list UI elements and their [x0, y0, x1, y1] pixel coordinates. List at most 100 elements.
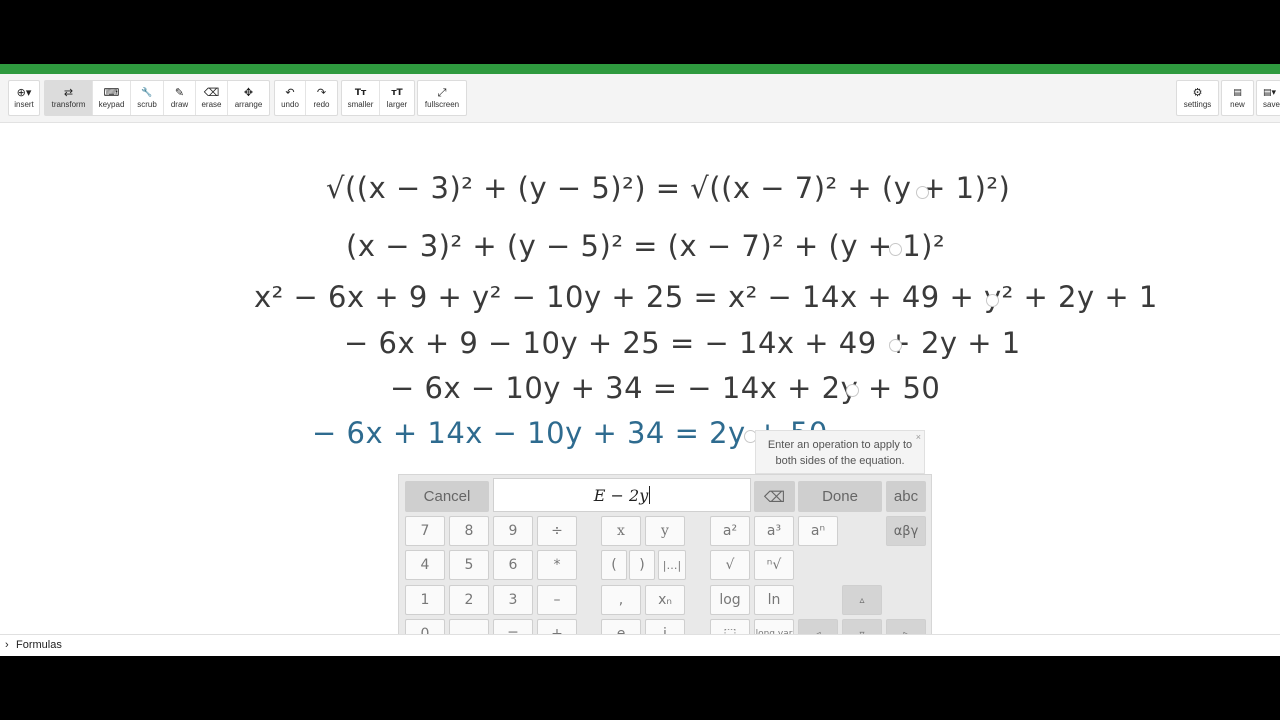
undo-label: undo: [281, 100, 299, 109]
top-accent-bar: [0, 64, 1280, 74]
equation-line-2[interactable]: (x − 3)² + (y − 5)² = (x − 7)² + (y + 1)…: [346, 229, 945, 263]
draw-button[interactable]: ✎ draw: [164, 81, 196, 115]
keypad-panel: Cancel E − 2y ⌫ Done abc 7 8 9 ÷ 4 5 6 *…: [398, 474, 932, 656]
redo-button[interactable]: ↷ redo: [306, 81, 337, 115]
key-ln[interactable]: ln: [754, 585, 794, 615]
wrench-icon: 🔧: [141, 88, 153, 98]
equation-line-1[interactable]: √((x − 3)² + (y − 5)²) = √((x − 7)² + (y…: [326, 171, 1010, 205]
key-x[interactable]: x: [601, 516, 641, 546]
insert-group: ⊕▾ insert: [8, 80, 40, 116]
keypad-button[interactable]: ⌨ keypad: [93, 81, 131, 115]
text-cursor: [649, 486, 651, 504]
fullscreen-icon: ⤢: [437, 86, 447, 99]
settings-label: settings: [1183, 100, 1212, 109]
key-6[interactable]: 6: [493, 550, 533, 580]
settings-group: ⚙ settings: [1176, 80, 1219, 116]
move-icon: ✥: [243, 86, 254, 99]
equation-handle-4[interactable]: [889, 339, 902, 352]
history-group: ↶ undo ↷ redo: [274, 80, 338, 116]
key-cube[interactable]: a³: [754, 516, 794, 546]
equation-handle-3[interactable]: [986, 294, 999, 307]
new-group: ▤ new: [1221, 80, 1254, 116]
key-7[interactable]: 7: [405, 516, 445, 546]
scrub-label: scrub: [137, 100, 157, 109]
transform-label: transform: [51, 100, 86, 109]
equation-line-4[interactable]: − 6x + 9 − 10y + 25 = − 14x + 49 + 2y + …: [344, 326, 1021, 360]
arrange-label: arrange: [234, 100, 263, 109]
key-sqrt[interactable]: √: [710, 550, 750, 580]
chevron-right-icon: ›: [5, 639, 9, 651]
key-subscript[interactable]: xₙ: [645, 585, 685, 615]
key-8[interactable]: 8: [449, 516, 489, 546]
keyboard-icon: ⌨: [103, 86, 120, 99]
key-log[interactable]: log: [710, 585, 750, 615]
formulas-panel[interactable]: › Formulas: [0, 634, 1280, 656]
key-close-paren[interactable]: ): [629, 550, 655, 580]
size-group: Tт smaller тT larger: [341, 80, 415, 116]
fullscreen-group: ⤢ fullscreen: [417, 80, 467, 116]
larger-label: larger: [386, 100, 408, 109]
key-2[interactable]: 2: [449, 585, 489, 615]
key-multiply[interactable]: *: [537, 550, 577, 580]
save-button[interactable]: ▤▾ save: [1257, 81, 1280, 115]
equation-handle-1[interactable]: [916, 186, 929, 199]
math-app: ⊕▾ insert ⇄ transform ⌨ keypad 🔧 scrub ✎…: [0, 64, 1280, 656]
redo-label: redo: [313, 100, 330, 109]
erase-button[interactable]: ⌫ erase: [196, 81, 228, 115]
insert-icon: ⊕▾: [16, 86, 32, 99]
smaller-label: smaller: [347, 100, 374, 109]
equation-handle-5[interactable]: [846, 384, 859, 397]
arrow-up-button[interactable]: ▵: [842, 585, 882, 615]
undo-icon: ↶: [285, 86, 295, 99]
backspace-button[interactable]: ⌫: [754, 481, 795, 512]
arrange-button[interactable]: ✥ arrange: [228, 81, 269, 115]
greek-button[interactable]: αβγ: [886, 516, 926, 546]
insert-label: insert: [14, 100, 34, 109]
backspace-icon: ⌫: [763, 488, 786, 506]
key-nth-root[interactable]: ⁿ√: [754, 550, 794, 580]
key-y[interactable]: y: [645, 516, 685, 546]
settings-button[interactable]: ⚙ settings: [1177, 81, 1218, 115]
key-9[interactable]: 9: [493, 516, 533, 546]
key-absolute-value[interactable]: |…|: [658, 550, 686, 580]
smaller-button[interactable]: Tт smaller: [342, 81, 380, 115]
key-minus[interactable]: –: [537, 585, 577, 615]
formulas-label: Formulas: [16, 639, 62, 651]
undo-button[interactable]: ↶ undo: [275, 81, 306, 115]
save-group: ▤▾ save: [1256, 80, 1280, 116]
tooltip-close-icon[interactable]: ×: [916, 429, 921, 445]
insert-button[interactable]: ⊕▾ insert: [9, 81, 39, 115]
abc-button[interactable]: abc: [886, 481, 926, 512]
done-button[interactable]: Done: [798, 481, 882, 512]
pencil-icon: ✎: [174, 86, 185, 99]
new-label: new: [1230, 100, 1245, 109]
key-comma[interactable]: ,: [601, 585, 641, 615]
new-button[interactable]: ▤ new: [1222, 81, 1253, 115]
fullscreen-button[interactable]: ⤢ fullscreen: [418, 81, 466, 115]
new-document-icon: ▤: [1233, 88, 1242, 98]
key-1[interactable]: 1: [405, 585, 445, 615]
key-power[interactable]: aⁿ: [798, 516, 838, 546]
key-5[interactable]: 5: [449, 550, 489, 580]
key-open-paren[interactable]: (: [601, 550, 627, 580]
cancel-button[interactable]: Cancel: [405, 481, 489, 512]
scrub-button[interactable]: 🔧 scrub: [131, 81, 164, 115]
save-label: save: [1263, 100, 1280, 109]
eraser-icon: ⌫: [203, 86, 220, 99]
equation-line-3[interactable]: x² − 6x + 9 + y² − 10y + 25 = x² − 14x +…: [254, 280, 1158, 314]
key-square[interactable]: a²: [710, 516, 750, 546]
erase-label: erase: [201, 100, 222, 109]
key-divide[interactable]: ÷: [537, 516, 577, 546]
operation-input[interactable]: E − 2y: [493, 478, 751, 512]
operation-input-value: E − 2y: [593, 485, 649, 505]
operation-tooltip: × Enter an operation to apply to both si…: [755, 430, 925, 474]
key-3[interactable]: 3: [493, 585, 533, 615]
gear-icon: ⚙: [1192, 86, 1203, 99]
equation-handle-2[interactable]: [889, 243, 902, 256]
key-4[interactable]: 4: [405, 550, 445, 580]
transform-button[interactable]: ⇄ transform: [45, 81, 93, 115]
text-larger-icon: тT: [391, 88, 403, 98]
larger-button[interactable]: тT larger: [380, 81, 414, 115]
text-smaller-icon: Tт: [354, 88, 367, 98]
tooltip-text: Enter an operation to apply to both side…: [767, 439, 913, 467]
